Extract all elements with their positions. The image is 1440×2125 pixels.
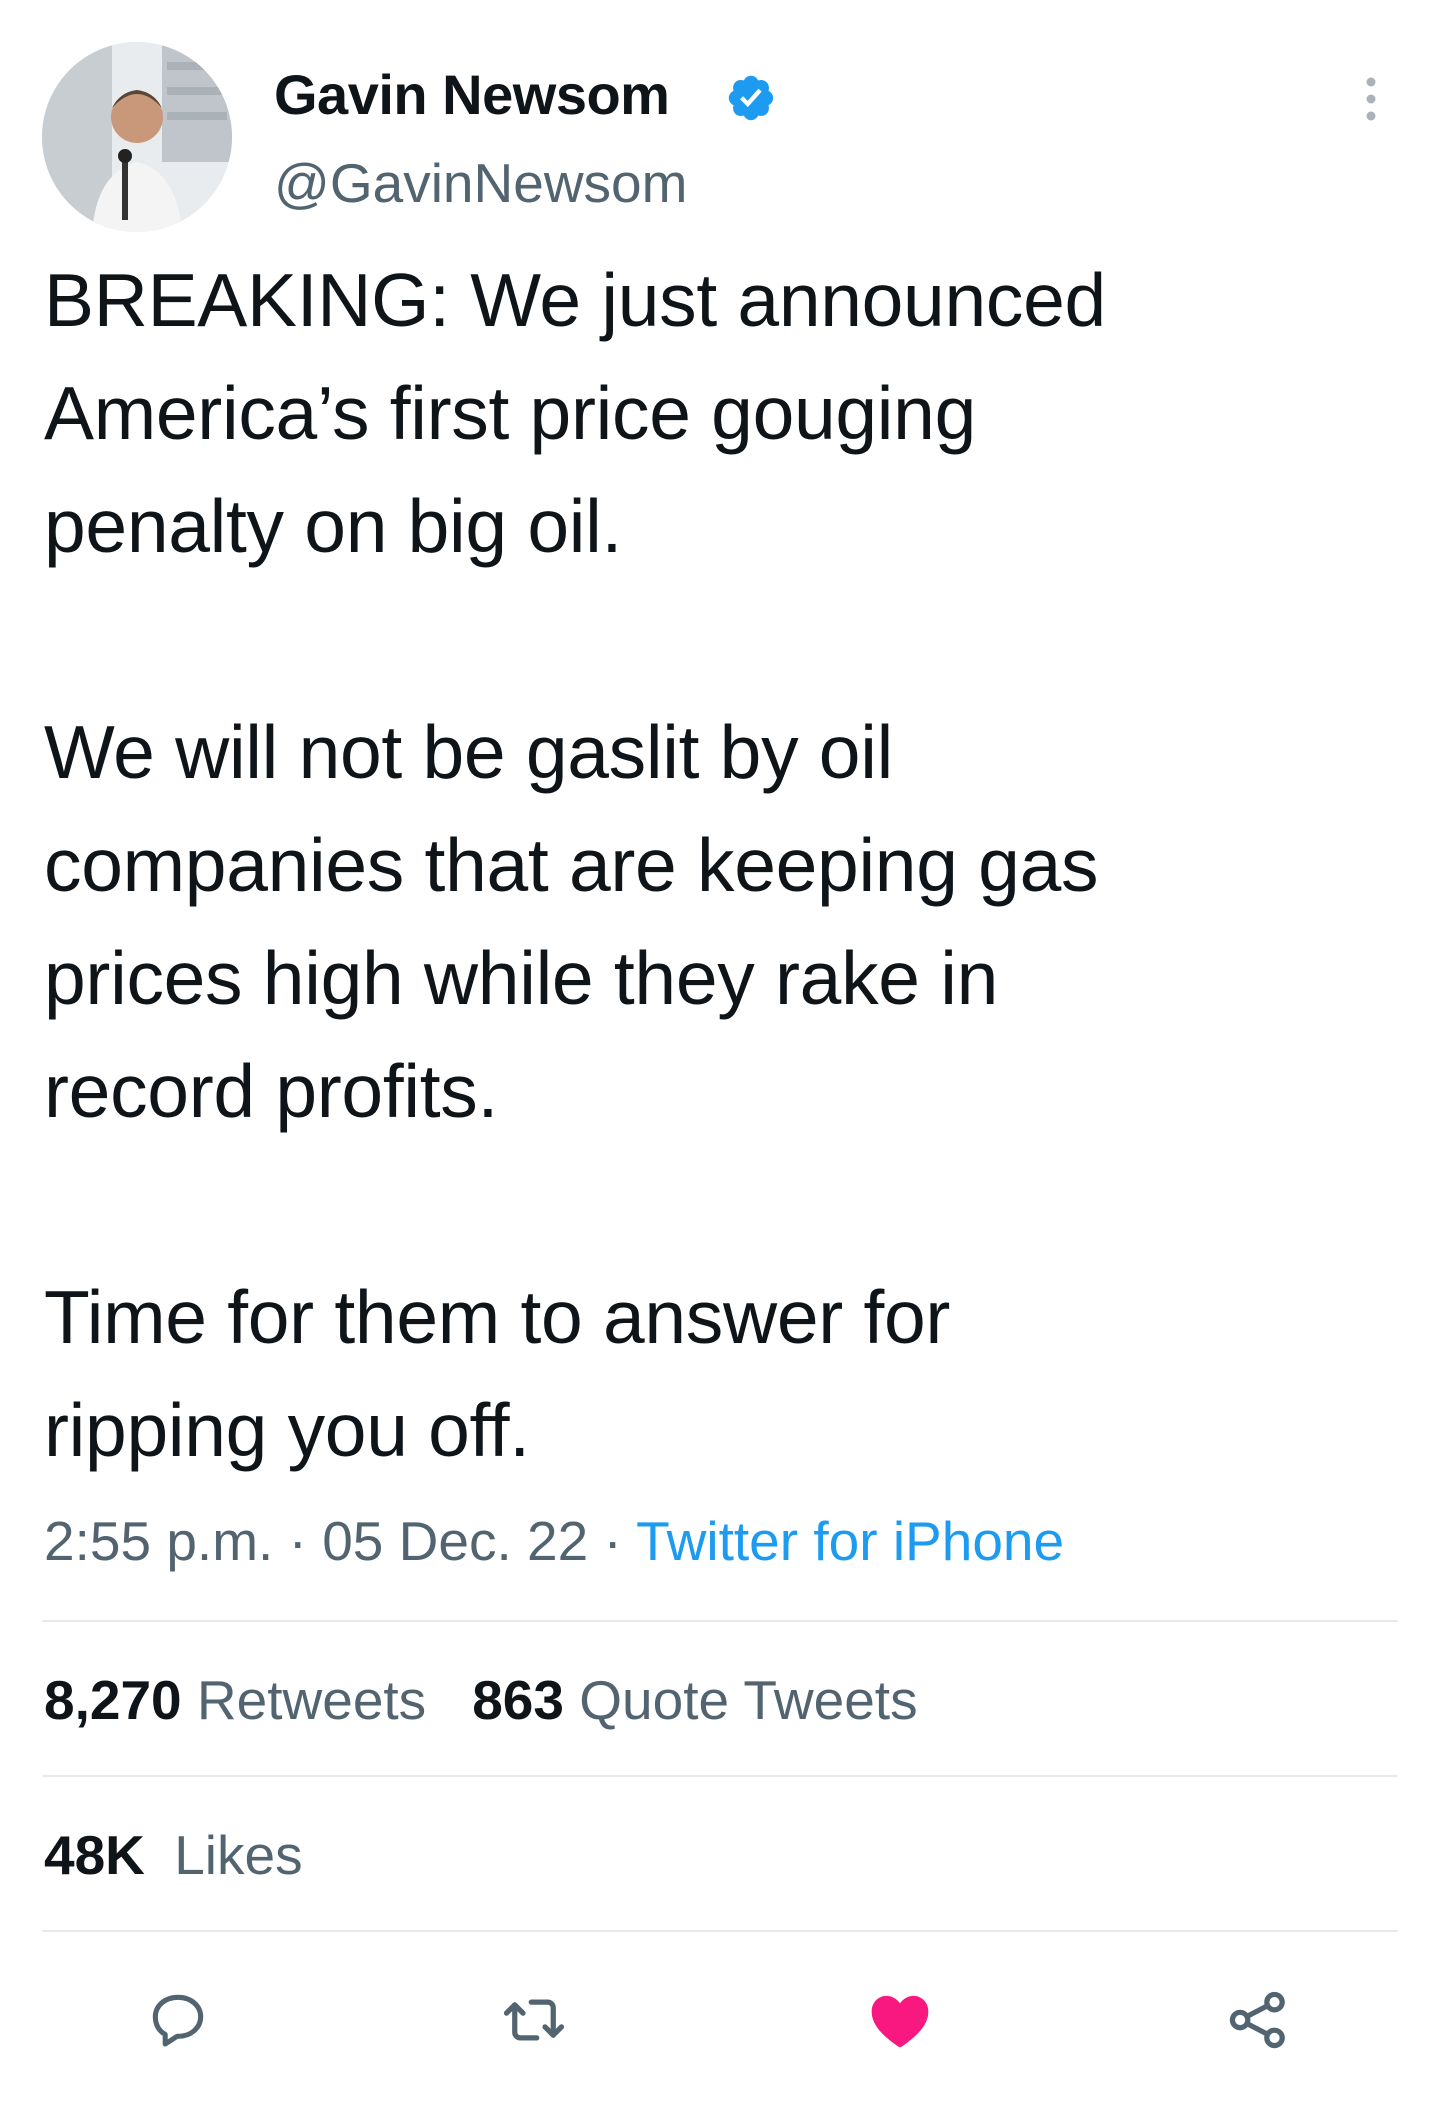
likes-label: Likes bbox=[174, 1824, 303, 1886]
tweet-time[interactable]: 2:55 p.m. bbox=[44, 1510, 273, 1572]
tweet-text: BREAKING: We just announced America’s fi… bbox=[44, 258, 1106, 1472]
author-handle[interactable]: @GavinNewsom bbox=[274, 148, 687, 218]
quote-tweets-label: Quote Tweets bbox=[579, 1669, 918, 1731]
share-icon bbox=[1229, 1991, 1285, 2049]
divider bbox=[42, 1930, 1398, 1932]
like-button[interactable] bbox=[860, 1980, 940, 2060]
retweet-button[interactable] bbox=[494, 1980, 574, 2060]
meta-separator: · bbox=[288, 1510, 307, 1572]
share-button[interactable] bbox=[1218, 1980, 1298, 2060]
tweet-date[interactable]: 05 Dec. 22 bbox=[322, 1510, 588, 1572]
tweet-source-link[interactable]: Twitter for iPhone bbox=[636, 1510, 1064, 1572]
more-options-icon[interactable] bbox=[1352, 74, 1390, 124]
like-heart-icon bbox=[871, 1995, 929, 2048]
tweet-detail: Gavin Newsom @GavinNewsom BREAKING: We j… bbox=[0, 0, 1440, 2125]
engagement-stats-row: 8,270 Retweets 863 Quote Tweets bbox=[44, 1665, 918, 1735]
divider bbox=[42, 1620, 1398, 1622]
quote-tweets-stat[interactable]: 863 Quote Tweets bbox=[472, 1665, 917, 1735]
meta-separator: · bbox=[603, 1510, 622, 1572]
reply-icon bbox=[152, 1994, 204, 2047]
verified-badge-icon bbox=[728, 75, 774, 121]
quote-tweets-count: 863 bbox=[472, 1669, 564, 1731]
likes-count: 48K bbox=[44, 1824, 145, 1886]
retweets-label: Retweets bbox=[196, 1669, 427, 1731]
avatar[interactable] bbox=[42, 42, 232, 232]
likes-stats-row: 48K Likes bbox=[44, 1820, 303, 1890]
retweets-count: 8,270 bbox=[44, 1669, 182, 1731]
reply-button[interactable] bbox=[138, 1980, 218, 2060]
tweet-meta: 2:55 p.m. · 05 Dec. 22 · Twitter for iPh… bbox=[44, 1506, 1064, 1576]
likes-stat[interactable]: 48K Likes bbox=[44, 1820, 303, 1890]
retweet-icon bbox=[503, 1999, 565, 2041]
author-name[interactable]: Gavin Newsom bbox=[274, 60, 670, 130]
divider bbox=[42, 1775, 1398, 1777]
avatar-photo bbox=[42, 42, 232, 232]
retweets-stat[interactable]: 8,270 Retweets bbox=[44, 1665, 426, 1735]
